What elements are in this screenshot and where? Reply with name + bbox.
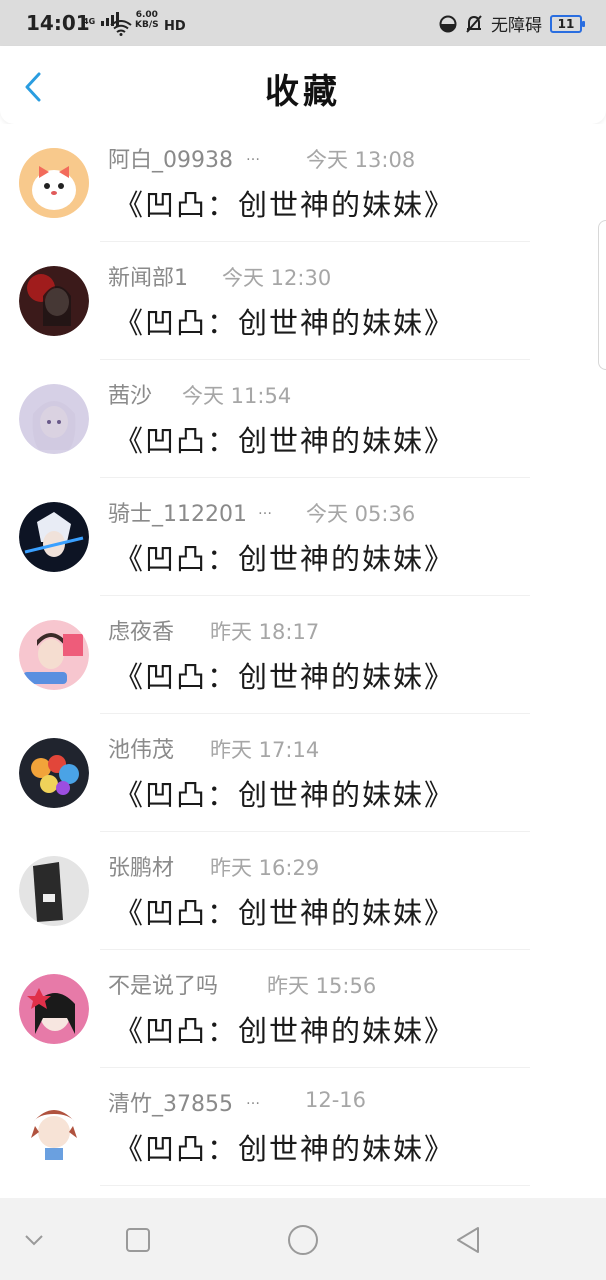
item-content: 《凹凸：创世神的妹妹》 xyxy=(114,306,456,340)
avatar[interactable] xyxy=(19,266,89,336)
navigation-bar xyxy=(0,1198,606,1280)
timestamp: 今天 05:36 xyxy=(306,502,416,526)
timestamp: 今天 12:30 xyxy=(222,266,332,290)
timestamp: 今天 13:08 xyxy=(306,148,416,172)
home-circle-icon xyxy=(288,1225,318,1255)
avatar[interactable] xyxy=(19,620,89,690)
item-content: 《凹凸：创世神的妹妹》 xyxy=(114,1132,456,1166)
user-name: 池伟茂 xyxy=(108,738,175,763)
accessibility-label: 无障碍 xyxy=(491,16,542,36)
list-item[interactable]: 新闻部1 今天 12:30 《凹凸：创世神的妹妹》 xyxy=(0,242,606,360)
item-content: 《凹凸：创世神的妹妹》 xyxy=(114,660,456,694)
timestamp: 今天 11:54 xyxy=(182,384,292,408)
item-content: 《凹凸：创世神的妹妹》 xyxy=(114,188,456,222)
user-name: 虑夜香 xyxy=(108,620,175,645)
avatar[interactable] xyxy=(19,1092,89,1162)
user-name: 茜沙 xyxy=(108,384,153,409)
list-item[interactable]: 虑夜香 昨天 18:17 《凹凸：创世神的妹妹》 xyxy=(0,596,606,714)
avatar[interactable] xyxy=(19,974,89,1044)
list-item[interactable]: 骑士_112201 … 今天 05:36 《凹凸：创世神的妹妹》 xyxy=(0,478,606,596)
user-name: 清竹_37855 xyxy=(108,1092,233,1117)
name-ellipsis: … xyxy=(246,148,260,164)
timestamp: 昨天 15:56 xyxy=(267,974,377,998)
status-time: 14:01 xyxy=(26,11,90,35)
avatar[interactable] xyxy=(19,738,89,808)
battery-icon: 11 xyxy=(550,14,585,33)
wifi-icon xyxy=(110,20,132,36)
nav-back-button[interactable] xyxy=(450,1222,486,1258)
speed-unit: KB/S xyxy=(135,20,159,30)
list-item[interactable]: 阿白_09938 … 今天 13:08 《凹凸：创世神的妹妹》 xyxy=(0,124,606,242)
list-item[interactable]: 张鹏材 昨天 16:29 《凹凸：创世神的妹妹》 xyxy=(0,832,606,950)
network-speed: 6.00 KB/S xyxy=(135,10,159,30)
timestamp: 昨天 17:14 xyxy=(210,738,320,762)
header-bar: 收藏 xyxy=(0,46,606,124)
page-title: 收藏 xyxy=(265,72,341,112)
dnd-icon xyxy=(439,15,457,32)
back-triangle-icon xyxy=(457,1227,479,1253)
mute-bell-icon xyxy=(466,14,482,33)
side-scroll-handle[interactable] xyxy=(598,220,606,370)
avatar[interactable] xyxy=(19,148,89,218)
divider xyxy=(100,1185,530,1186)
timestamp: 昨天 18:17 xyxy=(210,620,320,644)
list-item[interactable]: 茜沙 今天 11:54 《凹凸：创世神的妹妹》 xyxy=(0,360,606,478)
user-name: 不是说了吗 xyxy=(108,974,219,999)
item-content: 《凹凸：创世神的妹妹》 xyxy=(114,896,456,930)
timestamp: 昨天 16:29 xyxy=(210,856,320,880)
status-bar: 14:01 4G 6.00 KB/S HD 无障碍 11 xyxy=(0,0,606,46)
user-name: 新闻部1 xyxy=(108,266,188,291)
battery-level: 11 xyxy=(557,16,575,31)
list-item[interactable]: 清竹_37855 … 12-16 《凹凸：创世神的妹妹》 xyxy=(0,1068,606,1186)
item-content: 《凹凸：创世神的妹妹》 xyxy=(114,778,456,812)
nav-recents-button[interactable] xyxy=(120,1222,156,1258)
name-ellipsis: … xyxy=(246,1092,260,1108)
item-content: 《凹凸：创世神的妹妹》 xyxy=(114,542,456,576)
avatar[interactable] xyxy=(19,384,89,454)
list-item[interactable]: 池伟茂 昨天 17:14 《凹凸：创世神的妹妹》 xyxy=(0,714,606,832)
favorites-list: 阿白_09938 … 今天 13:08 《凹凸：创世神的妹妹》 新闻部1 今天 … xyxy=(0,124,606,1198)
timestamp: 12-16 xyxy=(305,1088,367,1112)
item-content: 《凹凸：创世神的妹妹》 xyxy=(114,424,456,458)
user-name: 阿白_09938 xyxy=(108,148,233,173)
item-content: 《凹凸：创世神的妹妹》 xyxy=(114,1014,456,1048)
chevron-down-icon xyxy=(25,1235,43,1246)
user-name: 张鹏材 xyxy=(108,856,175,881)
name-ellipsis: … xyxy=(258,502,272,518)
speed-value: 6.00 xyxy=(135,10,158,20)
network-type: 4G xyxy=(83,17,96,26)
nav-collapse-button[interactable] xyxy=(16,1222,52,1258)
hd-call-icon: HD xyxy=(164,19,186,34)
list-item[interactable]: 不是说了吗 昨天 15:56 《凹凸：创世神的妹妹》 xyxy=(0,950,606,1068)
avatar[interactable] xyxy=(19,856,89,926)
avatar[interactable] xyxy=(19,502,89,572)
nav-home-button[interactable] xyxy=(285,1222,321,1258)
user-name: 骑士_112201 xyxy=(108,502,247,527)
recents-square-icon xyxy=(126,1228,150,1252)
